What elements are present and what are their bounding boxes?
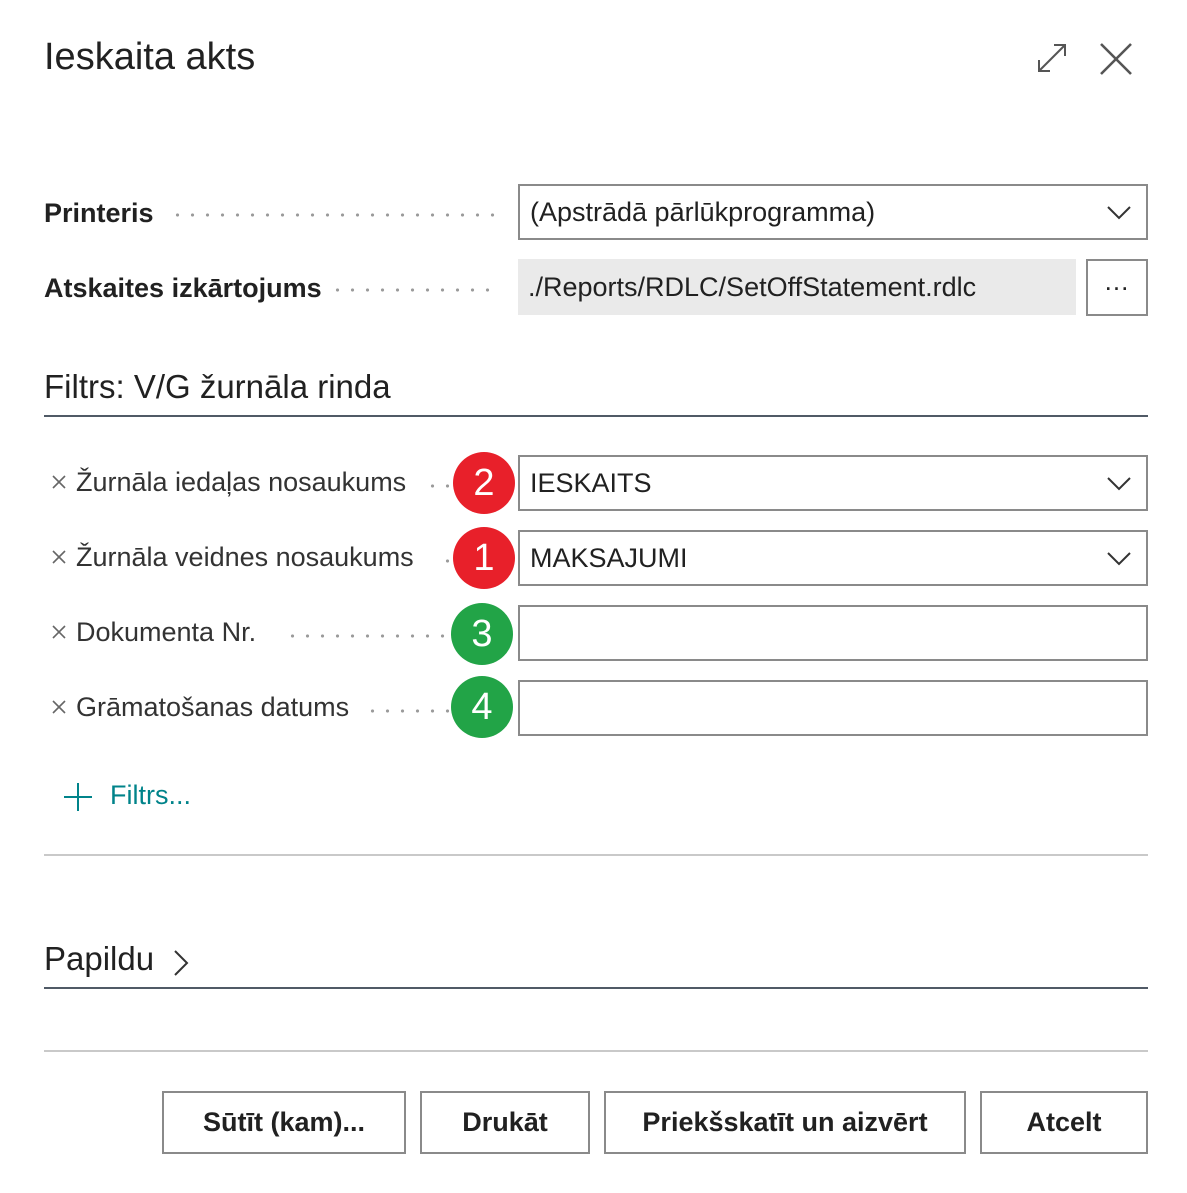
more-section-label: Papildu — [44, 940, 155, 977]
section-divider — [44, 415, 1148, 417]
leader-dots — [330, 288, 500, 292]
remove-filter-icon[interactable] — [51, 699, 67, 715]
chevron-right-icon — [174, 950, 189, 976]
leader-dots — [170, 213, 500, 217]
divider — [44, 854, 1148, 856]
filter-label-posting-date: Grāmatošanas datums — [76, 692, 350, 722]
leader-dots — [365, 709, 455, 713]
filter-label-journal-batch: Žurnāla iedaļas nosaukums — [76, 467, 407, 497]
filter-value: MAKSAJUMI — [530, 543, 688, 573]
add-filter-link[interactable]: Filtrs... — [110, 780, 191, 811]
layout-field[interactable]: ./Reports/RDLC/SetOffStatement.rdlc — [518, 259, 1076, 315]
step-badge: 4 — [451, 676, 513, 738]
filter-section-title: Filtrs: V/G žurnāla rinda — [44, 368, 391, 405]
cancel-button[interactable]: Atcelt — [980, 1091, 1148, 1154]
filter-label-journal-template: Žurnāla veidnes nosaukums — [76, 542, 414, 572]
filter-value: IESKAITS — [530, 468, 652, 498]
section-divider — [44, 987, 1148, 989]
leader-dots — [285, 634, 455, 638]
step-badge: 3 — [451, 603, 513, 665]
close-icon[interactable] — [1097, 40, 1135, 78]
filter-field-journal-batch[interactable]: IESKAITS — [518, 455, 1148, 511]
divider — [44, 1050, 1148, 1052]
remove-filter-icon[interactable] — [51, 624, 67, 640]
preview-close-button[interactable]: Priekšskatīt un aizvērt — [604, 1091, 966, 1154]
layout-label: Atskaites izkārtojums — [44, 273, 322, 303]
print-button[interactable]: Drukāt — [420, 1091, 590, 1154]
dialog-title: Ieskaita akts — [44, 36, 256, 78]
filter-label-document-no: Dokumenta Nr. — [76, 617, 257, 647]
leader-dots — [425, 484, 455, 488]
filter-field-document-no[interactable] — [518, 605, 1148, 661]
step-badge: 1 — [453, 527, 515, 589]
send-to-button[interactable]: Sūtīt (kam)... — [162, 1091, 406, 1154]
remove-filter-icon[interactable] — [51, 474, 67, 490]
expand-icon[interactable] — [1034, 40, 1070, 76]
filter-field-posting-date[interactable] — [518, 680, 1148, 736]
more-section-title[interactable]: Papildu — [44, 940, 189, 978]
plus-icon[interactable] — [62, 781, 94, 813]
step-badge: 2 — [453, 452, 515, 514]
chevron-down-icon — [1107, 477, 1131, 491]
chevron-down-icon — [1107, 552, 1131, 566]
printer-value: (Apstrādā pārlūkprogramma) — [530, 197, 876, 227]
chevron-down-icon — [1107, 206, 1131, 220]
remove-filter-icon[interactable] — [51, 549, 67, 565]
printer-select[interactable]: (Apstrādā pārlūkprogramma) — [518, 184, 1148, 240]
assist-edit-button[interactable]: ... — [1086, 259, 1148, 316]
filter-field-journal-template[interactable]: MAKSAJUMI — [518, 530, 1148, 586]
printer-label: Printeris — [44, 198, 154, 228]
